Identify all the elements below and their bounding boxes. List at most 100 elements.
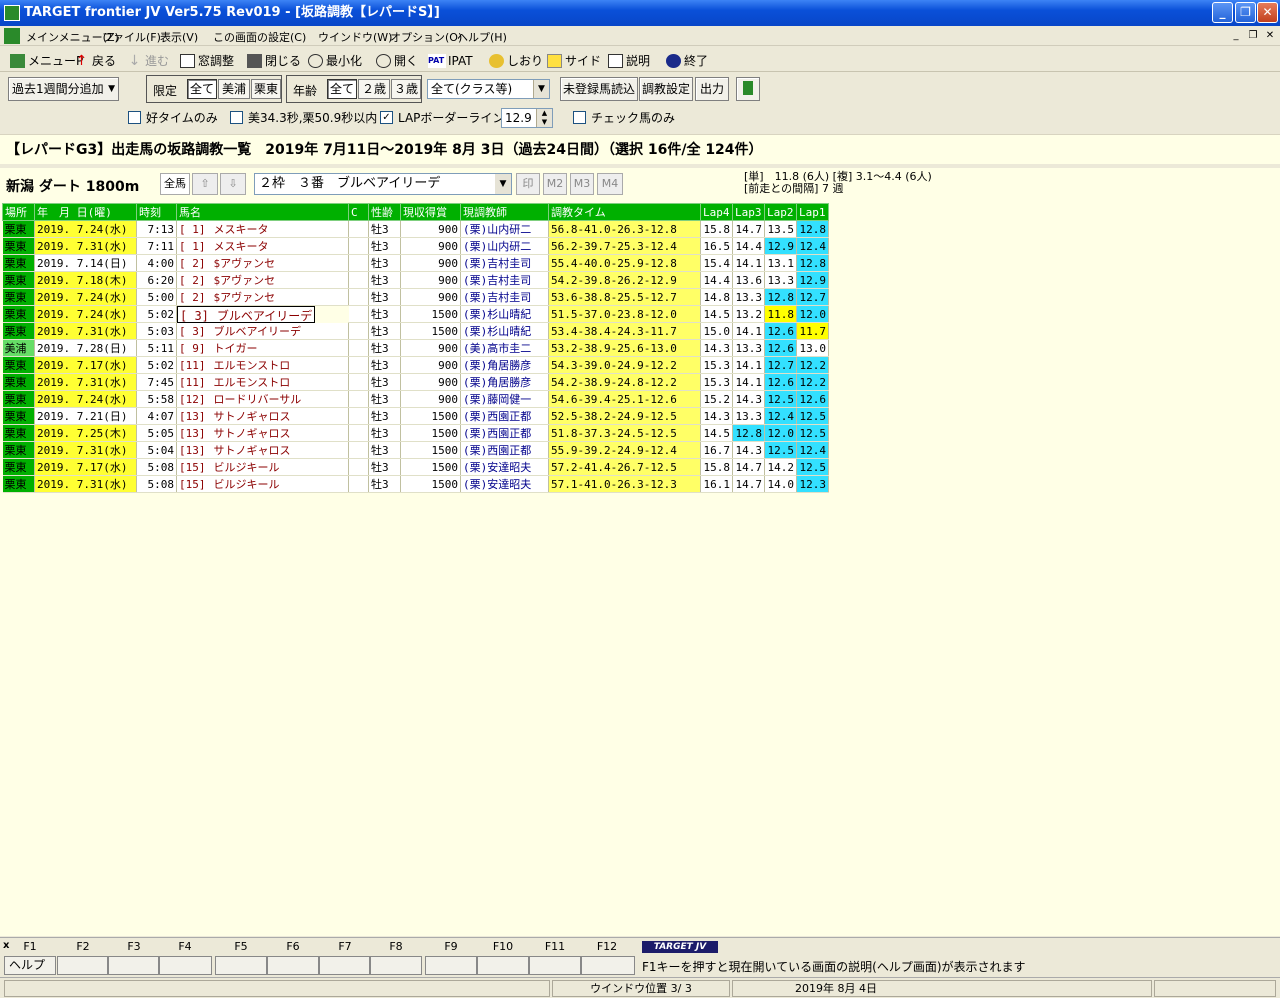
training-settings-button[interactable]: 調教設定: [639, 77, 693, 101]
close-button[interactable]: ✕: [1257, 2, 1278, 23]
table-row[interactable]: 栗東 2019. 7.18(木) 6:20[ 2] $アヴァンセ 牡3 900 (栗)吉村圭…: [2, 271, 829, 289]
table-row[interactable]: 栗東 2019. 7.17(水) 5:02 [11] エルモンストロ 牡3 900 (栗)角居…: [2, 356, 829, 374]
back-button[interactable]: ↑ 戻る: [72, 52, 116, 70]
check-horse-checkbox[interactable]: チェック馬のみ: [573, 111, 675, 125]
bookmark-button[interactable]: しおり: [487, 52, 543, 70]
menu-option[interactable]: オプション(O): [390, 29, 462, 45]
table-row[interactable]: 栗東 2019. 7.31(水) 5:04 [13] サトノギャロス 牡3 1500 (栗)西…: [2, 441, 829, 459]
column-header[interactable]: 時刻: [136, 203, 177, 221]
time-cell: 6:20: [136, 271, 177, 289]
table-row[interactable]: 栗東 2019. 7.31(水) 7:45 [11] エルモンストロ 牡3 900 (栗)角居…: [2, 373, 829, 391]
column-header[interactable]: Lap1: [796, 203, 829, 221]
explain-button[interactable]: 説明: [606, 52, 650, 70]
prev-horse-button[interactable]: ⇧: [192, 173, 218, 195]
bookmark-label: しおり: [507, 54, 544, 68]
limit-miho-toggle[interactable]: 美浦: [218, 79, 250, 99]
limit-group: 限定 全て 美浦 栗東: [146, 75, 282, 103]
time-filter-checkbox[interactable]: 美34.3秒,栗50.9秒以内: [230, 111, 377, 125]
column-header[interactable]: 現調教師: [460, 203, 549, 221]
unregistered-button[interactable]: 未登録馬読込: [560, 77, 638, 101]
spinner-arrows-icon[interactable]: ▲ ▼: [536, 109, 552, 127]
trainer-cell: (栗)山内研二: [460, 220, 549, 238]
table-row[interactable]: 美浦 2019. 7.28(日) 5:11[ 9] トイガー 牡3 900 (美)高市圭二 5…: [2, 339, 829, 357]
f11-button[interactable]: [529, 956, 581, 975]
period-dropdown[interactable]: 過去1週間分追加 ▼: [8, 77, 119, 101]
forward-button[interactable]: ↓ 進む: [125, 52, 169, 70]
menu-window[interactable]: ウインドウ(W): [318, 29, 392, 45]
age-all-toggle[interactable]: 全て: [327, 79, 357, 99]
column-header[interactable]: Lap4: [700, 203, 733, 221]
table-row[interactable]: 栗東 2019. 7.24(水) 5:00[ 2] $アヴァンセ 牡3 900 (栗)吉村圭…: [2, 288, 829, 306]
f10-button[interactable]: [477, 956, 529, 975]
table-row[interactable]: 栗東 2019. 7.24(水) 7:13[ 1] メスキータ 牡3 900 (栗)山内研二…: [2, 220, 829, 238]
window-adjust-button[interactable]: 窓調整: [178, 52, 234, 70]
output-button[interactable]: 出力: [695, 77, 729, 101]
horse-select[interactable]: ２枠 ３番 ブルベアイリーデ ▼: [254, 173, 512, 195]
f8-button[interactable]: [370, 956, 422, 975]
menu-view[interactable]: 表示(V): [160, 29, 198, 45]
table-row[interactable]: 栗東 2019. 7.31(水) 5:03[ 3] ブルベアイリーデ 牡3 1500 (栗)…: [2, 322, 829, 340]
column-header[interactable]: 場所: [2, 203, 35, 221]
column-header[interactable]: C: [348, 203, 369, 221]
f7-button[interactable]: [319, 956, 370, 975]
age-2-toggle[interactable]: ２歳: [358, 79, 390, 99]
table-row[interactable]: 栗東 2019. 7.24(水) 5:58 [12] ロードリバーサル 牡3 900 (栗)藤…: [2, 390, 829, 408]
all-horses-button[interactable]: 全馬: [160, 173, 190, 195]
menu-help[interactable]: ヘルプ(H): [457, 29, 507, 45]
table-row[interactable]: 栗東 2019. 7.31(水) 5:08 [15] ビルジキール 牡3 1500 (栗)安達…: [2, 475, 829, 493]
good-time-checkbox[interactable]: 好タイムのみ: [128, 111, 218, 125]
table-row[interactable]: 栗東 2019. 7.24(水) 5:02[ 3] ブルベアイリーデ 牡3 1500 (栗)…: [2, 305, 829, 323]
lap3-cell: 14.4: [732, 237, 765, 255]
class-select[interactable]: 全て(クラス等) ▼: [427, 79, 550, 99]
column-header[interactable]: 年 月 日(曜): [34, 203, 137, 221]
table-row[interactable]: 栗東 2019. 7.17(水) 5:08 [15] ビルジキール 牡3 1500 (栗)安達…: [2, 458, 829, 476]
column-header[interactable]: 馬名: [176, 203, 349, 221]
lap4-cell: 14.5: [700, 305, 733, 323]
exit-button[interactable]: 終了: [664, 52, 708, 70]
table-row[interactable]: 栗東 2019. 7.31(水) 7:11[ 1] メスキータ 牡3 900 (栗)山内研二…: [2, 237, 829, 255]
mark-m4-button[interactable]: M4: [597, 173, 623, 195]
mark-m3-button[interactable]: M3: [570, 173, 594, 195]
side-button[interactable]: サイド: [545, 52, 601, 70]
lap-border-spinner[interactable]: 12.9 ▲ ▼: [501, 108, 553, 128]
ipat-button[interactable]: PAT IPAT: [426, 52, 473, 70]
close-window-button[interactable]: 閉じる: [245, 52, 301, 70]
open-button[interactable]: 開く: [374, 52, 418, 70]
table-row[interactable]: 栗東 2019. 7.21(日) 4:07 [13] サトノギャロス 牡3 1500 (栗)西…: [2, 407, 829, 425]
mark-button[interactable]: 印: [516, 173, 540, 195]
f12-button[interactable]: [581, 956, 635, 975]
maximize-button[interactable]: ❐: [1235, 2, 1256, 23]
f9-button[interactable]: [425, 956, 477, 975]
mdi-restore-button[interactable]: ❐: [1245, 29, 1261, 43]
mark-m2-button[interactable]: M2: [543, 173, 567, 195]
minimize-button[interactable]: _: [1212, 2, 1233, 23]
column-header[interactable]: 現収得賞: [400, 203, 461, 221]
f1-help-button[interactable]: ヘルプ: [4, 956, 56, 975]
minimize-window-button[interactable]: 最小化: [306, 52, 362, 70]
lap-border-checkbox[interactable]: ✓ LAPボーダーライン: [380, 111, 504, 125]
menu-file[interactable]: ファイル(F): [102, 29, 161, 45]
lap2-cell: 14.0: [764, 475, 797, 493]
next-horse-button[interactable]: ⇩: [220, 173, 246, 195]
horse-jockey-button[interactable]: [736, 77, 760, 101]
f4-button[interactable]: [159, 956, 212, 975]
column-header[interactable]: Lap2: [764, 203, 797, 221]
f5-button[interactable]: [215, 956, 267, 975]
column-header[interactable]: Lap3: [732, 203, 765, 221]
mdi-close-button[interactable]: ✕: [1262, 29, 1278, 43]
lap4-cell: 16.1: [700, 475, 733, 493]
pat-icon: PAT: [428, 54, 446, 68]
mdi-minimize-button[interactable]: _: [1228, 29, 1244, 43]
table-row[interactable]: 栗東 2019. 7.14(日) 4:00[ 2] $アヴァンセ 牡3 900 (栗)吉村圭…: [2, 254, 829, 272]
limit-ritto-toggle[interactable]: 栗東: [251, 79, 281, 99]
table-row[interactable]: 栗東 2019. 7.25(木) 5:05 [13] サトノギャロス 牡3 1500 (栗)西…: [2, 424, 829, 442]
sex-age-cell: 牡3: [368, 356, 401, 374]
f3-button[interactable]: [108, 956, 159, 975]
f2-button[interactable]: [57, 956, 108, 975]
limit-all-toggle[interactable]: 全て: [187, 79, 217, 99]
age-3-toggle[interactable]: ３歳: [391, 79, 421, 99]
menu-screen-settings[interactable]: この画面の設定(C): [213, 29, 306, 45]
column-header[interactable]: 調教タイム: [548, 203, 701, 221]
column-header[interactable]: 性齢: [368, 203, 401, 221]
f6-button[interactable]: [267, 956, 319, 975]
